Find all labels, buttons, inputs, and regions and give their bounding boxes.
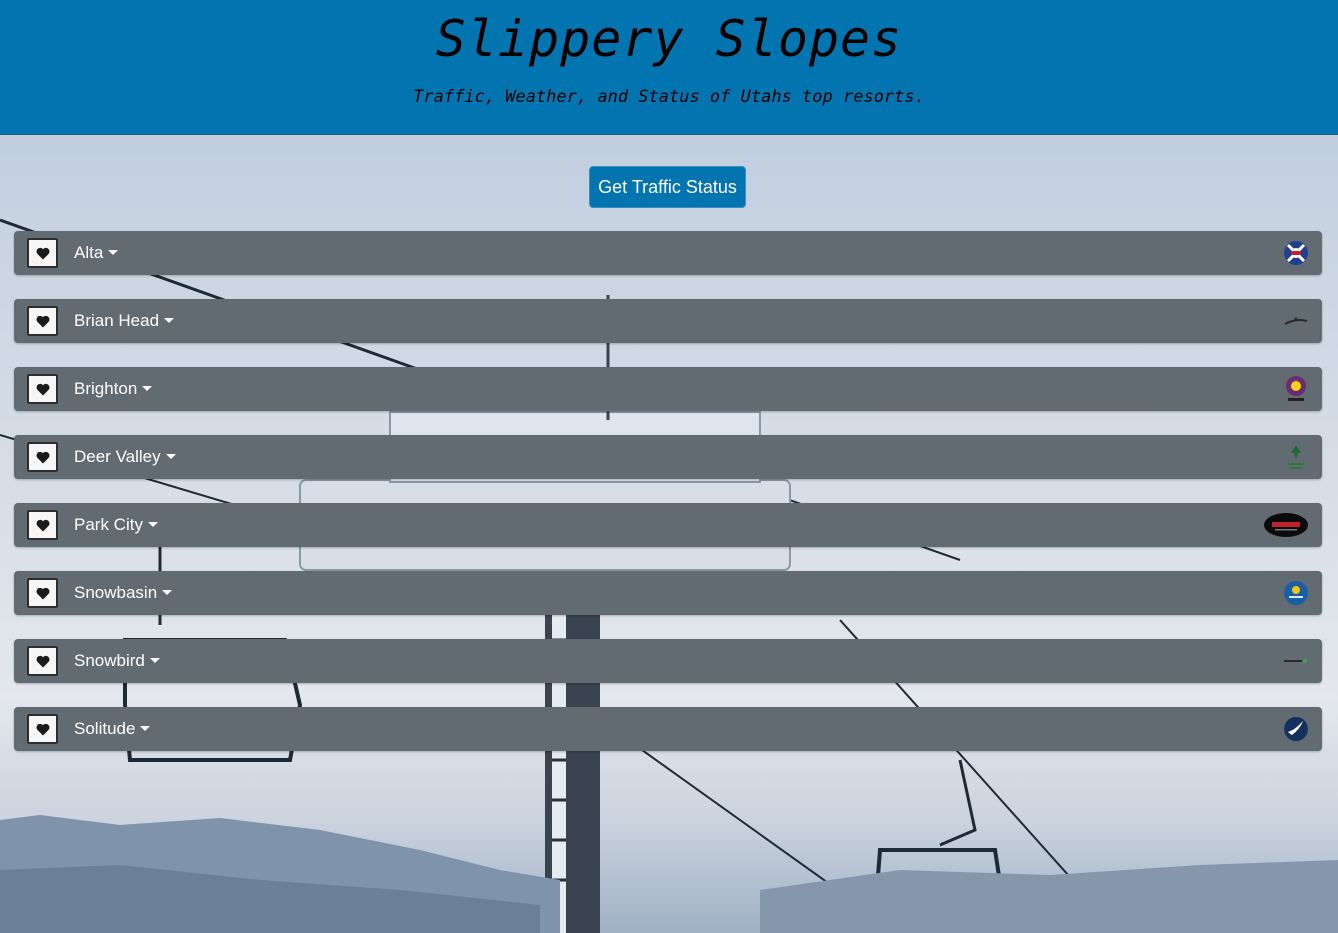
deer-valley-logo-icon	[1281, 442, 1311, 472]
resort-name: Alta	[74, 243, 104, 262]
resort-name: Park City	[74, 515, 143, 534]
heart-icon	[35, 655, 50, 667]
heart-icon	[35, 315, 50, 327]
caret-down-icon	[149, 658, 160, 663]
resort-dropdown-toggle[interactable]: Snowbird	[74, 639, 160, 683]
favorite-button[interactable]	[27, 578, 58, 608]
caret-down-icon	[108, 250, 119, 255]
resort-dropdown-toggle[interactable]: Deer Valley	[74, 435, 176, 479]
caret-down-icon	[142, 386, 153, 391]
caret-down-icon	[165, 454, 176, 459]
favorite-button[interactable]	[27, 238, 58, 268]
resort-dropdown-toggle[interactable]: Brian Head	[74, 299, 175, 343]
resort-name: Brighton	[74, 379, 138, 398]
resort-row-park-city: Park City	[14, 503, 1322, 547]
resort-row-brighton: Brighton	[14, 367, 1322, 411]
snowbasin-logo-icon	[1281, 578, 1311, 608]
resort-dropdown-toggle[interactable]: Solitude	[74, 707, 151, 751]
park-city-logo-icon	[1263, 510, 1309, 540]
favorite-button[interactable]	[27, 510, 58, 540]
resort-name: Brian Head	[74, 311, 160, 330]
resort-dropdown-toggle[interactable]: Alta	[74, 231, 119, 275]
site-subtitle: Traffic, Weather, and Status of Utahs to…	[413, 87, 925, 107]
resort-row-deer-valley: Deer Valley	[14, 435, 1322, 479]
site-title: Slippery Slopes	[435, 10, 903, 68]
caret-down-icon	[162, 590, 173, 595]
site-header: Slippery Slopes Traffic, Weather, and St…	[0, 0, 1338, 135]
caret-down-icon	[147, 522, 158, 527]
alta-logo-icon	[1281, 238, 1311, 268]
caret-down-icon	[140, 726, 151, 731]
resort-row-snowbird: Snowbird	[14, 639, 1322, 683]
resort-row-snowbasin: Snowbasin	[14, 571, 1322, 615]
heart-icon	[35, 587, 50, 599]
solitude-logo-icon	[1281, 714, 1311, 744]
caret-down-icon	[164, 318, 175, 323]
heart-icon	[35, 723, 50, 735]
heart-icon	[35, 383, 50, 395]
brian-head-logo-icon	[1281, 306, 1311, 336]
favorite-button[interactable]	[27, 306, 58, 336]
resort-dropdown-toggle[interactable]: Park City	[74, 503, 158, 547]
favorite-button[interactable]	[27, 374, 58, 404]
resort-row-alta: Alta	[14, 231, 1322, 275]
favorite-button[interactable]	[27, 646, 58, 676]
resort-name: Snowbasin	[74, 583, 158, 602]
snowbird-logo-icon	[1281, 646, 1311, 676]
resort-name: Solitude	[74, 719, 136, 738]
resort-list: Alta Brian Head Brighton Deer Valley Par…	[14, 231, 1322, 775]
brighton-logo-icon	[1281, 374, 1311, 404]
heart-icon	[35, 451, 50, 463]
get-traffic-status-button[interactable]: Get Traffic Status	[589, 166, 746, 208]
heart-icon	[35, 247, 50, 259]
resort-row-brian-head: Brian Head	[14, 299, 1322, 343]
favorite-button[interactable]	[27, 714, 58, 744]
resort-row-solitude: Solitude	[14, 707, 1322, 751]
resort-dropdown-toggle[interactable]: Snowbasin	[74, 571, 173, 615]
resort-dropdown-toggle[interactable]: Brighton	[74, 367, 153, 411]
heart-icon	[35, 519, 50, 531]
resort-name: Deer Valley	[74, 447, 161, 466]
favorite-button[interactable]	[27, 442, 58, 472]
resort-name: Snowbird	[74, 651, 145, 670]
